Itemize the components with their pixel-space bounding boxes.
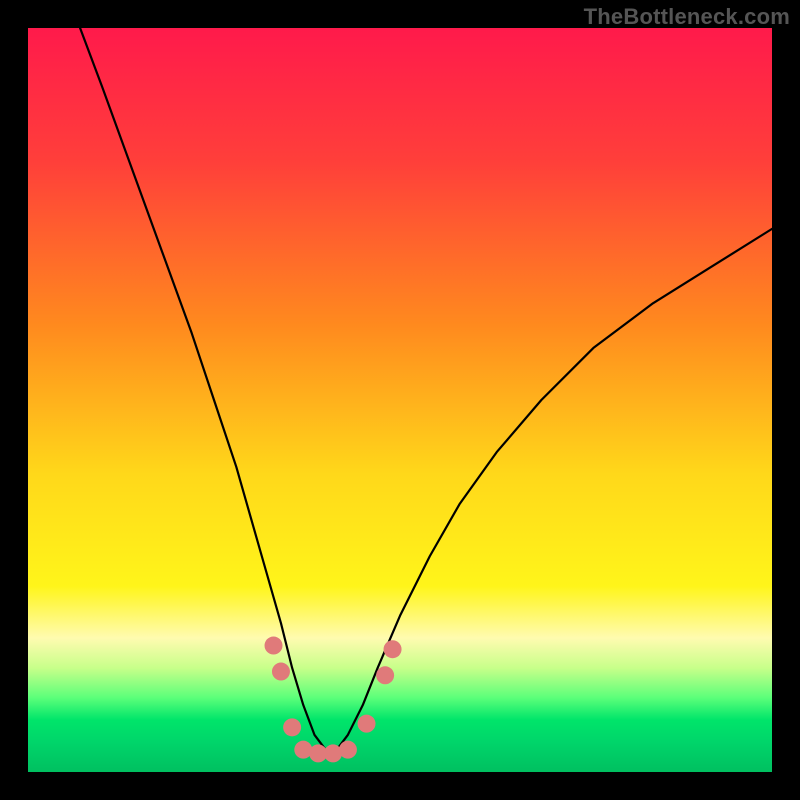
data-marker — [283, 718, 301, 736]
plot-area — [28, 28, 772, 772]
data-marker — [358, 715, 376, 733]
data-marker — [339, 741, 357, 759]
data-marker — [272, 663, 290, 681]
data-marker — [384, 640, 402, 658]
data-marker — [376, 666, 394, 684]
data-marker — [265, 637, 283, 655]
gradient-background — [28, 28, 772, 772]
watermark-text: TheBottleneck.com — [584, 4, 790, 30]
chart-frame: TheBottleneck.com — [0, 0, 800, 800]
bottleneck-chart — [28, 28, 772, 772]
